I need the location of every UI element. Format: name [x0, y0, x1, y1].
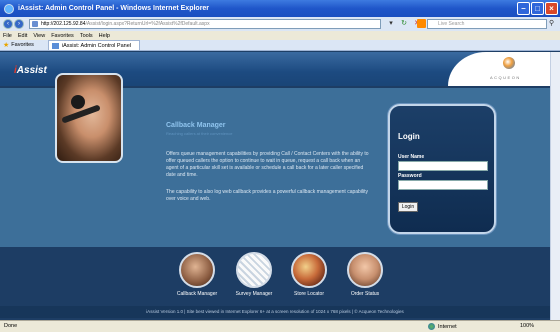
close-button[interactable]: ×: [545, 2, 558, 15]
menu-bar: File Edit View Favorites Tools Help: [0, 31, 560, 40]
forward-button[interactable]: ›: [14, 19, 24, 29]
maximize-button[interactable]: □: [531, 2, 544, 15]
browser-tab[interactable]: iAssist: Admin Control Panel: [47, 40, 140, 50]
favorites-button[interactable]: ★ Favorites: [3, 41, 34, 49]
headset-icon: [71, 95, 85, 109]
url-field[interactable]: http://202.125.92.84/Assist/login.aspx?R…: [29, 19, 381, 29]
callback-title: Callback Manager: [166, 122, 226, 129]
zoom-level[interactable]: 100%: [520, 323, 534, 329]
acqueon-brand: ACQUEON: [448, 52, 550, 86]
logo-text: Assist: [16, 65, 47, 76]
login-button[interactable]: Login: [398, 202, 418, 212]
url-host: http://202.125.92.84: [41, 21, 86, 27]
menu-tools[interactable]: Tools: [80, 33, 93, 39]
menu-view[interactable]: View: [33, 33, 45, 39]
url-path: /Assist/login.aspx?ReturnUrl=%2fAssist%2…: [85, 21, 210, 27]
menu-favorites[interactable]: Favorites: [51, 33, 74, 39]
tab-title: iAssist: Admin Control Panel: [61, 42, 131, 49]
globe-icon: [428, 323, 435, 330]
status-text: Done: [4, 323, 18, 329]
password-label: Password: [398, 173, 422, 179]
acqueon-logo-icon: [503, 57, 515, 69]
callback-web-description: The capability to also log web callback …: [166, 189, 369, 202]
username-input[interactable]: [398, 161, 488, 171]
username-label: User Name: [398, 154, 425, 160]
minimize-button[interactable]: –: [517, 2, 530, 15]
callcenter-photo: [55, 73, 123, 163]
callback-manager-icon: [179, 252, 215, 288]
favorites-label: Favorites: [11, 42, 34, 48]
nav-label: Callback Manager: [176, 291, 218, 297]
tab-page-icon: [51, 42, 59, 49]
search-input[interactable]: Live Search: [427, 19, 547, 29]
acqueon-name: ACQUEON: [490, 75, 521, 80]
search-icon[interactable]: ⚲: [549, 19, 558, 29]
star-icon: ★: [3, 42, 10, 49]
survey-manager-icon: [236, 252, 272, 288]
security-zone: Internet: [428, 323, 457, 330]
window-controls: – □ ×: [517, 2, 558, 15]
status-bar: Done Internet 100%: [0, 320, 560, 332]
callback-subtitle: Reaching callers at their convenience: [166, 131, 233, 136]
page-icon: [32, 21, 38, 27]
live-search-icon: [417, 19, 426, 28]
order-status-icon: [347, 252, 383, 288]
callback-description: Offers queue management capabilities by …: [166, 151, 369, 178]
vertical-scrollbar[interactable]: [550, 52, 560, 320]
nav-survey-manager[interactable]: Survey Manager: [224, 252, 284, 297]
menu-edit[interactable]: Edit: [18, 33, 27, 39]
address-bar: ‹ › http://202.125.92.84/Assist/login.as…: [0, 17, 560, 31]
nav-store-locator[interactable]: Store Locator: [279, 252, 339, 297]
login-panel: Login User Name Password Login: [388, 104, 496, 234]
favorites-bar: ★ Favorites iAssist: Admin Control Panel: [0, 40, 560, 51]
menu-file[interactable]: File: [3, 33, 12, 39]
nav-order-status[interactable]: Order Status: [335, 252, 395, 297]
window-titlebar: iAssist: Admin Control Panel - Windows I…: [0, 0, 560, 17]
nav-callback-manager[interactable]: Callback Manager: [167, 252, 227, 297]
ie-icon: [4, 3, 14, 14]
iassist-logo: iAssist: [14, 65, 47, 76]
nav-label: Survey Manager: [235, 291, 273, 297]
nav-label: Store Locator: [293, 291, 325, 297]
zone-label: Internet: [438, 323, 457, 330]
password-input[interactable]: [398, 180, 488, 190]
store-locator-icon: [291, 252, 327, 288]
nav-label: Order Status: [350, 291, 380, 297]
login-title: Login: [398, 132, 420, 141]
window-title: iAssist: Admin Control Panel - Windows I…: [18, 5, 210, 12]
site-footer: iAssist Version 1.0 | Site best viewed i…: [0, 306, 550, 318]
back-button[interactable]: ‹: [3, 19, 13, 29]
menu-help[interactable]: Help: [99, 33, 110, 39]
dropdown-icon[interactable]: ▾: [386, 19, 396, 29]
refresh-icon[interactable]: ↻: [399, 19, 409, 29]
